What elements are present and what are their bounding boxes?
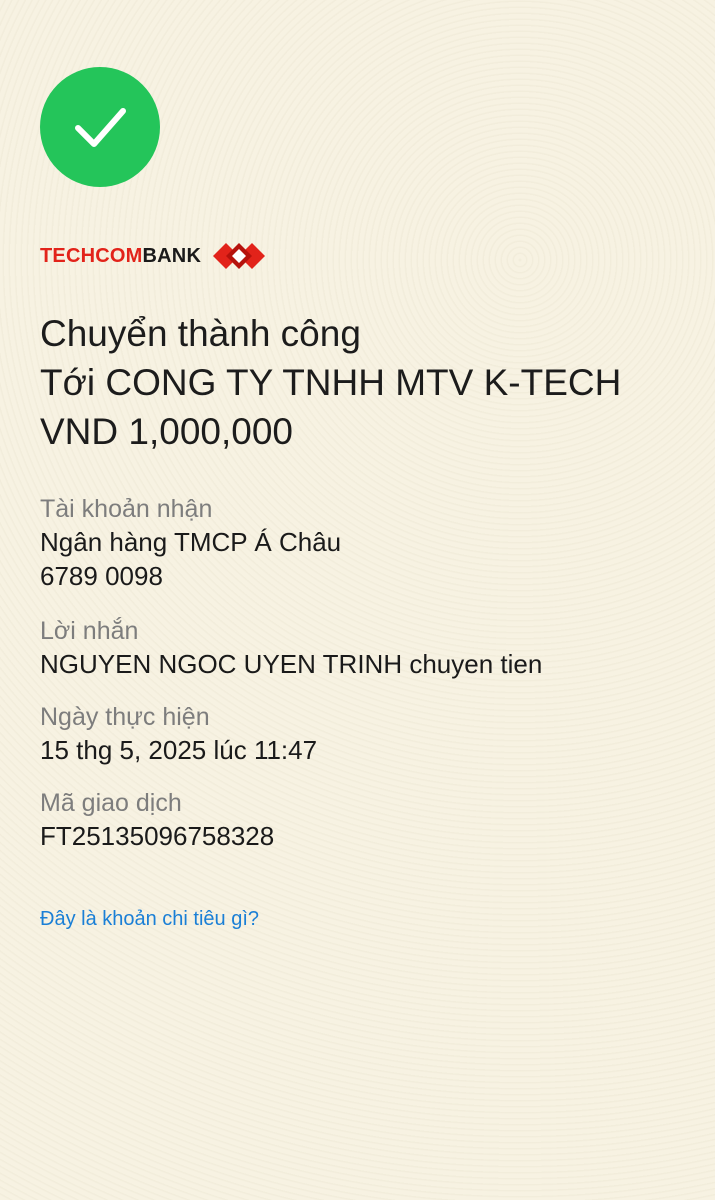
transfer-amount: VND 1,000,000 bbox=[40, 411, 294, 452]
checkmark-icon bbox=[75, 108, 126, 147]
transfer-status: Chuyển thành công bbox=[40, 313, 361, 354]
transaction-date: 15 thg 5, 2025 lúc 11:47 bbox=[40, 735, 318, 765]
receiving-account-label: Tài khoản nhận bbox=[40, 495, 213, 523]
logo-wordmark-red: TECHCOM bbox=[40, 245, 143, 267]
techcombank-diamond-logo-icon bbox=[213, 243, 266, 269]
transaction-id: FT25135096758328 bbox=[40, 821, 275, 851]
receiving-account-group: Tài khoản nhận Ngân hàng TMCP Á Châu 678… bbox=[40, 493, 700, 593]
spending-category-link[interactable]: Đây là khoản chi tiêu gì? bbox=[40, 905, 259, 933]
transaction-id-label: Mã giao dịch bbox=[40, 789, 182, 817]
message-text: NGUYEN NGOC UYEN TRINH chuyen tien bbox=[40, 649, 543, 679]
logo-wordmark: TECHCOMBANK bbox=[40, 238, 201, 274]
techcombank-logo: TECHCOMBANK bbox=[40, 238, 266, 274]
transfer-summary: Chuyển thành công Tới CONG TY TNHH MTV K… bbox=[40, 309, 700, 456]
success-badge bbox=[40, 67, 160, 187]
transaction-id-group: Mã giao dịch FT25135096758328 bbox=[40, 787, 700, 853]
transfer-recipient: Tới CONG TY TNHH MTV K-TECH bbox=[40, 362, 622, 403]
logo-wordmark-black: BANK bbox=[142, 245, 202, 267]
date-label: Ngày thực hiện bbox=[40, 703, 210, 731]
message-label: Lời nhắn bbox=[40, 617, 139, 645]
transfer-details: Tài khoản nhận Ngân hàng TMCP Á Châu 678… bbox=[40, 493, 700, 853]
message-group: Lời nhắn NGUYEN NGOC UYEN TRINH chuyen t… bbox=[40, 615, 700, 681]
bank-name: Ngân hàng TMCP Á Châu bbox=[40, 527, 342, 557]
account-number: 6789 0098 bbox=[40, 561, 163, 591]
date-group: Ngày thực hiện 15 thg 5, 2025 lúc 11:47 bbox=[40, 701, 700, 767]
